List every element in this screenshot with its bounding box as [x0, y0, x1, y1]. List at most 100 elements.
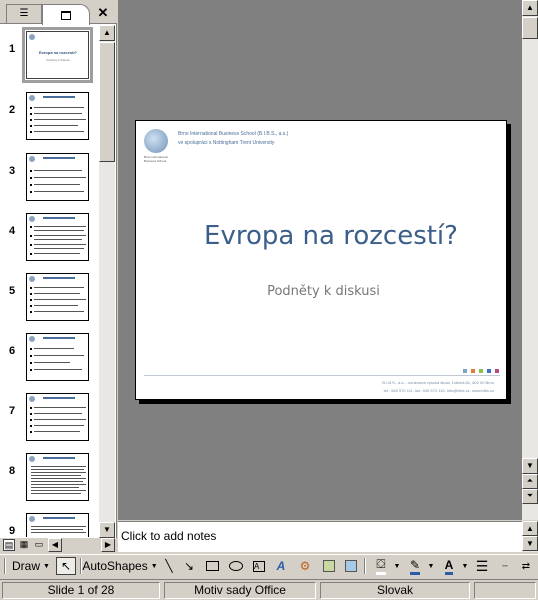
slide-thumbnail[interactable] [26, 333, 89, 381]
select-objects-button[interactable]: ↖ [56, 557, 76, 575]
slide-title[interactable]: Evropa na rozcestí? [196, 221, 466, 251]
textbox-icon: A [253, 560, 265, 572]
line-color-dropdown[interactable]: ▼ [427, 557, 435, 575]
line-color-button[interactable]: ✎ [404, 557, 426, 575]
slide-sorter-icon[interactable]: ▦ [18, 539, 30, 551]
scroll-right-icon[interactable]: ▶ [101, 538, 115, 552]
school-partner: ve spolupráci s Nottingham Trent Univers… [178, 140, 275, 146]
diagram-button[interactable]: ⚙ [296, 557, 314, 575]
rectangle-icon [205, 561, 219, 571]
slide-counter: Slide 1 of 28 [2, 582, 160, 599]
wordart-button[interactable]: A [272, 557, 290, 575]
slide-thumbnail[interactable] [26, 393, 89, 441]
status-empty-cell [474, 582, 536, 599]
thumbnail-row[interactable]: 3 [0, 153, 98, 213]
dropdown-arrow-icon: ▼ [461, 562, 469, 570]
outline-icon: ☰ [19, 8, 29, 19]
thumbnail-title: Evropa na rozcestí? [38, 50, 77, 55]
toolbar-separator [364, 558, 366, 574]
dash-style-icon: ┄ [502, 560, 508, 571]
fill-bucket-icon: ⛋ [376, 557, 386, 575]
normal-view-icon[interactable]: ▤ [3, 539, 15, 551]
oval-button[interactable] [227, 557, 245, 575]
thumbnail-number: 9 [9, 525, 16, 537]
scroll-thumb[interactable] [522, 17, 538, 39]
thumbnail-scrollbar[interactable]: ▲ ▼ [99, 25, 115, 538]
slide-thumbnail[interactable] [26, 153, 89, 201]
logo-caption: Brno International Business School [144, 155, 168, 163]
next-slide-icon[interactable]: ⏷ [522, 489, 538, 504]
language-indicator[interactable]: Slovak [320, 582, 470, 599]
thumbnail-subtitle: Podněty k diskusi [46, 58, 70, 62]
slide-thumbnail[interactable] [26, 92, 89, 140]
pointer-icon: ↖ [60, 559, 72, 573]
previous-slide-icon[interactable]: ⏶ [522, 474, 538, 489]
clipart-icon [323, 560, 335, 572]
thumbnail-row[interactable]: 5 [0, 273, 98, 333]
arrow-icon: ↘ [183, 559, 195, 573]
autoshapes-menu-button[interactable]: AutoShapes ▼ [82, 557, 157, 575]
font-color-button[interactable]: A [438, 557, 460, 575]
thumbnail-number: 1 [9, 43, 16, 55]
rectangle-button[interactable] [203, 557, 221, 575]
scroll-down-icon[interactable]: ▼ [522, 536, 538, 551]
thumbnail-row[interactable]: 9 [0, 513, 98, 537]
view-buttons: ▤ ▦ ▭ ◀ ▶ [0, 538, 117, 552]
thumbnail-row[interactable]: 4 [0, 213, 98, 273]
scroll-left-icon[interactable]: ◀ [48, 538, 62, 552]
font-color-dropdown[interactable]: ▼ [461, 557, 469, 575]
close-pane-icon[interactable]: ✕ [96, 6, 110, 20]
color-dot [479, 369, 483, 373]
scroll-thumb[interactable] [99, 42, 115, 162]
scroll-down-icon[interactable]: ▼ [522, 458, 538, 474]
thumbnail-row[interactable]: 1 Evropa na rozcestí? Podněty k diskusi [0, 27, 98, 91]
fill-color-dropdown[interactable]: ▼ [393, 557, 401, 575]
insert-picture-button[interactable] [342, 557, 360, 575]
thumbnail-number: 2 [9, 104, 16, 116]
tab-outline[interactable]: ☰ [6, 4, 42, 24]
arrow-button[interactable]: ↘ [180, 557, 198, 575]
school-logo [144, 129, 168, 153]
scroll-down-icon[interactable]: ▼ [99, 522, 115, 538]
thumbnail-row[interactable]: 7 [0, 393, 98, 453]
notes-scrollbar[interactable]: ▲ ▼ [522, 521, 538, 552]
draw-menu-button[interactable]: Draw ▼ [10, 557, 52, 575]
footer-address: B.I.B.S., a.s. - soukromá vysoká škola, … [382, 380, 494, 385]
thumbnail-number: 5 [9, 285, 16, 297]
notes-pane[interactable]: Click to add notes [118, 521, 522, 552]
fill-color-button[interactable]: ⛋ [370, 557, 392, 575]
slide-thumbnail[interactable] [26, 453, 89, 501]
tab-slides[interactable] [42, 4, 90, 25]
footer-rule [144, 375, 500, 376]
arrow-style-button[interactable]: ⇄ [517, 557, 535, 575]
textbox-button[interactable]: A [250, 557, 268, 575]
slide-thumbnail[interactable]: Evropa na rozcestí? Podněty k diskusi [22, 27, 93, 83]
scroll-up-icon[interactable]: ▲ [99, 25, 115, 41]
slide-editing-area[interactable]: Brno International Business School Brno … [118, 0, 522, 520]
slide-scrollbar[interactable]: ▲ ▼ [522, 0, 538, 520]
current-slide[interactable]: Brno International Business School Brno … [135, 120, 507, 400]
slideshow-icon[interactable]: ▭ [33, 539, 45, 551]
pen-icon: ✎ [409, 558, 421, 575]
pane-tabs: ☰ ✕ [0, 0, 117, 25]
arrow-style-icon: ⇄ [521, 560, 531, 572]
footer-contact: tel.: 545 570 111, fax: 545 570 115, inf… [383, 388, 494, 393]
slide-thumbnail[interactable] [26, 513, 89, 537]
scroll-up-icon[interactable]: ▲ [522, 521, 538, 536]
thumbnail-number: 4 [9, 225, 16, 237]
dropdown-arrow-icon: ▼ [427, 562, 435, 570]
thumbnail-row[interactable]: 8 [0, 453, 98, 513]
autoshapes-label: AutoShapes [82, 559, 148, 573]
dash-style-button[interactable]: ┄ [495, 557, 515, 575]
notes-placeholder[interactable]: Click to add notes [121, 529, 216, 543]
line-button[interactable]: ╲ [160, 557, 178, 575]
clipart-button[interactable] [320, 557, 338, 575]
slide-thumbnail[interactable] [26, 213, 89, 261]
scroll-up-icon[interactable]: ▲ [522, 0, 538, 16]
thumbnail-row[interactable]: 6 [0, 333, 98, 393]
line-style-button[interactable]: ☰ [472, 557, 492, 575]
thumbnail-row[interactable]: 2 [0, 92, 98, 152]
slide-thumbnail[interactable] [26, 273, 89, 321]
slide-subtitle[interactable]: Podněty k diskusi [236, 284, 411, 299]
thumbnail-number: 8 [9, 465, 16, 477]
